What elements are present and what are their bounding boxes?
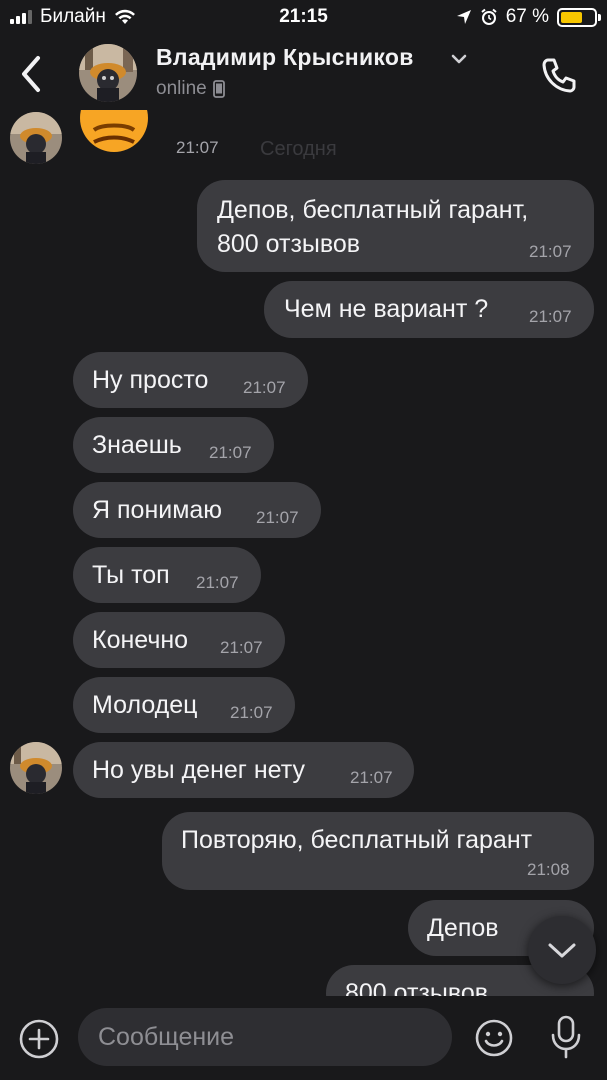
message-time: 21:07 [230, 703, 273, 722]
message-input[interactable] [78, 1008, 452, 1066]
message-list[interactable]: 21:07 Сегодня Депов, бесплатный гарант, … [0, 110, 607, 996]
message-text: Чем не вариант ? [284, 295, 489, 323]
message-time: 21:07 [243, 378, 286, 397]
message-text: Знаешь [92, 431, 182, 459]
plus-icon[interactable] [18, 1018, 60, 1060]
message-bubble-out[interactable]: Повторяю, бесплатный гарант 21:08 [162, 812, 594, 890]
message-text: Депов [427, 914, 499, 942]
chat-header: Владимир Крысников online [0, 36, 607, 110]
chat-screen: Билайн 21:15 67 % Владимир Крысников onl… [0, 0, 607, 1080]
message-text: Ну просто [92, 366, 209, 394]
message-text: Повторяю, бесплатный гарант [181, 826, 533, 854]
message-bubble-in[interactable]: Ну просто 21:07 [73, 352, 308, 408]
message-text: Я понимаю [92, 496, 223, 524]
microphone-icon[interactable] [548, 1014, 584, 1060]
status-right: 67 % [456, 6, 601, 28]
alarm-icon [481, 8, 497, 25]
contact-avatar[interactable] [79, 44, 137, 102]
mobile-device-icon [212, 80, 225, 98]
message-text: Конечно [92, 626, 189, 654]
back-chevron-icon[interactable] [14, 52, 48, 96]
message-bubble-in[interactable]: Знаешь 21:07 [73, 417, 274, 473]
message-text: 800 отзывов [217, 230, 361, 258]
sender-avatar[interactable] [10, 112, 62, 164]
message-input-bar [0, 996, 607, 1080]
contact-name[interactable]: Владимир Крысников [156, 44, 414, 71]
message-time: 21:07 [529, 242, 572, 261]
message-text: Ты топ [92, 561, 170, 589]
message-time: 21:07 [529, 307, 572, 326]
scroll-down-button[interactable] [528, 916, 596, 984]
message-text: 800 отзывов [345, 979, 489, 996]
online-label: online [156, 78, 207, 99]
battery-percent: 67 % [505, 6, 549, 27]
location-arrow-icon [456, 10, 471, 24]
message-bubble-in[interactable]: Молодец 21:07 [73, 677, 295, 733]
message-text: Но увы денег нету [92, 756, 305, 784]
status-bar: Билайн 21:15 67 % [0, 0, 607, 36]
message-bubble-in[interactable]: Ты топ 21:07 [73, 547, 261, 603]
message-time: 21:07 [196, 573, 239, 592]
scroll-down-icon [548, 943, 576, 958]
message-text: Депов, бесплатный гарант, [217, 196, 529, 224]
message-time: 21:08 [527, 860, 570, 879]
message-bubble-in[interactable]: Но увы денег нету 21:07 [73, 742, 414, 798]
message-time: 21:07 [176, 138, 219, 157]
message-bubble-in[interactable]: Конечно 21:07 [73, 612, 285, 668]
message-text: Молодец [92, 691, 198, 719]
date-separator: Сегодня [260, 138, 337, 160]
message-bubble-out[interactable]: Депов, бесплатный гарант, 800 отзывов 21… [197, 180, 594, 272]
chevron-down-icon[interactable] [448, 48, 470, 70]
battery-icon [557, 7, 601, 27]
message-time: 21:07 [256, 508, 299, 527]
smile-icon[interactable] [474, 1018, 514, 1058]
message-time: 21:07 [209, 443, 252, 462]
battery-level-fill [561, 11, 583, 23]
message-bubble-in[interactable]: Я понимаю 21:07 [73, 482, 321, 538]
contact-status: online [156, 78, 225, 100]
phone-icon[interactable] [538, 54, 580, 96]
tired-face-emoji-icon [80, 110, 148, 152]
message-time: 21:07 [220, 638, 263, 657]
message-bubble-out[interactable]: Чем не вариант ? 21:07 [264, 281, 594, 338]
message-time: 21:07 [350, 768, 393, 787]
sender-avatar[interactable] [10, 742, 62, 794]
